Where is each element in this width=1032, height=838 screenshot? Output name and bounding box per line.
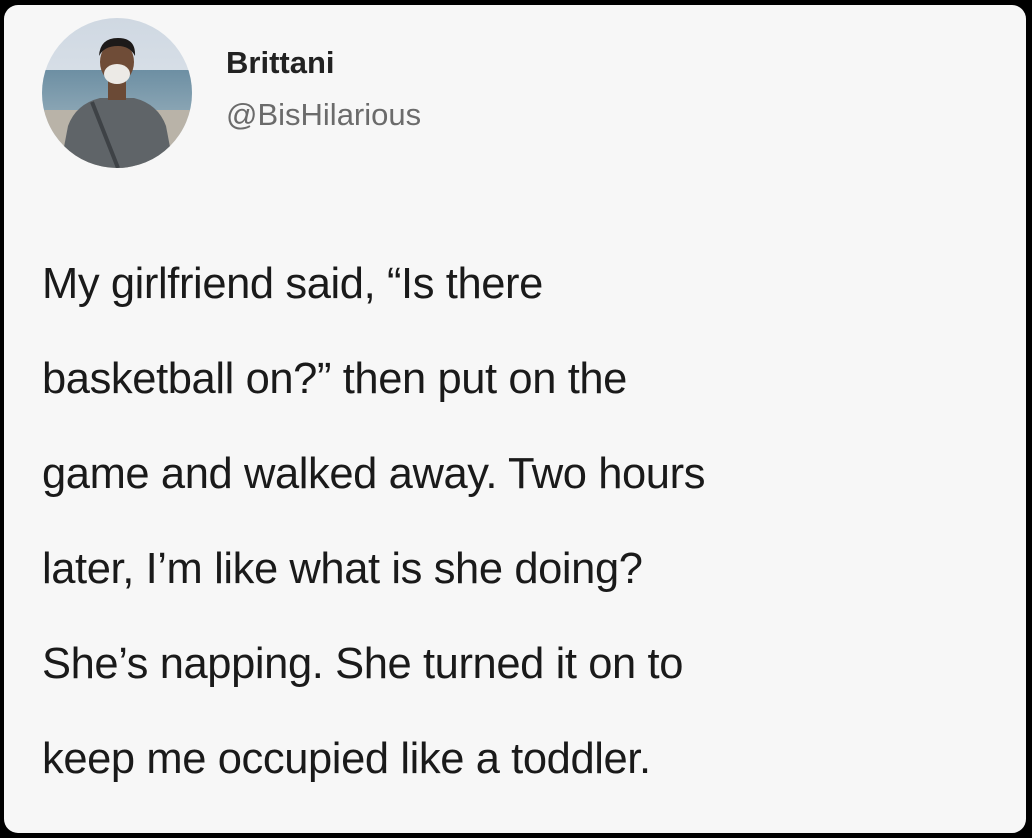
tweet-text: My girlfriend said, “Is there basketball… bbox=[42, 237, 1017, 807]
tweet-card: Brittani @BisHilarious My girlfriend sai… bbox=[4, 5, 1026, 833]
tweet-text-line: game and walked away. Two hours bbox=[42, 450, 706, 498]
tweet-text-line: My girlfriend said, “Is there bbox=[42, 260, 543, 308]
author-handle[interactable]: @BisHilarious bbox=[226, 94, 421, 136]
avatar[interactable] bbox=[42, 18, 192, 168]
tweet-header: Brittani @BisHilarious bbox=[42, 18, 421, 168]
tweet-text-line: She’s napping. She turned it on to bbox=[42, 640, 684, 688]
tweet-text-line: keep me occupied like a toddler. bbox=[42, 735, 651, 783]
tweet-text-line: later, I’m like what is she doing? bbox=[42, 545, 643, 593]
author-display-name[interactable]: Brittani bbox=[226, 44, 421, 82]
avatar-photo bbox=[42, 18, 192, 168]
tweet-text-line: basketball on?” then put on the bbox=[42, 355, 627, 403]
author-identity: Brittani @BisHilarious bbox=[226, 44, 421, 136]
